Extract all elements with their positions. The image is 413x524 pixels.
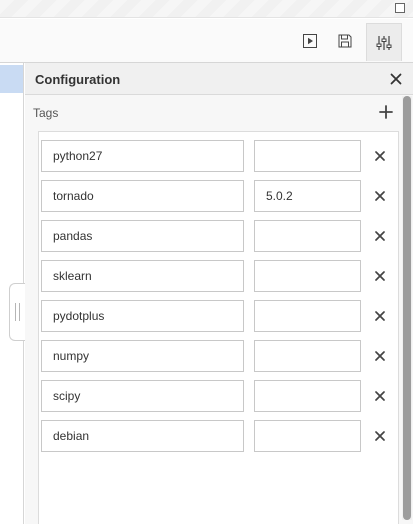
tag-name-input[interactable]	[41, 260, 244, 292]
configuration-toggle-button[interactable]	[366, 23, 402, 61]
app-window: Configuration Tags	[0, 0, 413, 524]
selected-row-highlight[interactable]	[0, 65, 23, 93]
close-icon	[375, 191, 385, 201]
tags-label: Tags	[33, 106, 59, 120]
add-tag-button[interactable]	[376, 102, 396, 122]
grip-line	[19, 303, 20, 321]
close-icon	[390, 73, 402, 85]
tag-name-input[interactable]	[41, 420, 244, 452]
tag-name-input[interactable]	[41, 180, 244, 212]
close-icon	[375, 311, 385, 321]
close-icon	[375, 151, 385, 161]
save-icon	[338, 34, 352, 48]
tag-row	[39, 140, 400, 172]
tag-name-input[interactable]	[41, 340, 244, 372]
window-title-bar	[0, 0, 413, 18]
tag-row	[39, 220, 400, 252]
tag-name-input[interactable]	[41, 380, 244, 412]
tag-row	[39, 340, 400, 372]
remove-tag-button[interactable]	[371, 387, 389, 405]
tags-list	[38, 131, 399, 524]
tag-name-input[interactable]	[41, 300, 244, 332]
toolbar	[0, 19, 413, 63]
tag-row	[39, 380, 400, 412]
tag-name-input[interactable]	[41, 140, 244, 172]
tag-version-input[interactable]	[254, 220, 361, 252]
tags-header: Tags	[25, 96, 399, 128]
maximize-icon[interactable]	[395, 3, 405, 13]
tag-version-input[interactable]	[254, 380, 361, 412]
tag-version-input[interactable]	[254, 420, 361, 452]
sliders-icon	[376, 35, 392, 50]
tag-version-input[interactable]	[254, 180, 361, 212]
remove-tag-button[interactable]	[371, 427, 389, 445]
close-panel-button[interactable]	[387, 70, 405, 88]
remove-tag-button[interactable]	[371, 347, 389, 365]
close-icon	[375, 431, 385, 441]
close-icon	[375, 351, 385, 361]
panel-scrollbar[interactable]	[402, 96, 412, 520]
tag-row	[39, 420, 400, 452]
panel-resize-handle[interactable]	[9, 283, 25, 341]
tag-version-input[interactable]	[254, 260, 361, 292]
panel-title: Configuration	[35, 72, 121, 87]
remove-tag-button[interactable]	[371, 227, 389, 245]
remove-tag-button[interactable]	[371, 147, 389, 165]
close-icon	[375, 231, 385, 241]
tag-version-input[interactable]	[254, 140, 361, 172]
remove-tag-button[interactable]	[371, 307, 389, 325]
play-icon	[303, 34, 317, 48]
remove-tag-button[interactable]	[371, 187, 389, 205]
tag-version-input[interactable]	[254, 340, 361, 372]
plus-icon	[379, 105, 393, 119]
configuration-panel: Configuration Tags	[25, 63, 413, 524]
grip-line	[15, 303, 16, 321]
scrollbar-thumb[interactable]	[403, 96, 411, 520]
remove-tag-button[interactable]	[371, 267, 389, 285]
run-button[interactable]	[294, 25, 326, 57]
tag-row	[39, 300, 400, 332]
panel-header: Configuration	[25, 63, 413, 95]
tag-version-input[interactable]	[254, 300, 361, 332]
tag-name-input[interactable]	[41, 220, 244, 252]
tag-row	[39, 180, 400, 212]
tag-row	[39, 260, 400, 292]
close-icon	[375, 391, 385, 401]
close-icon	[375, 271, 385, 281]
save-button[interactable]	[329, 25, 361, 57]
